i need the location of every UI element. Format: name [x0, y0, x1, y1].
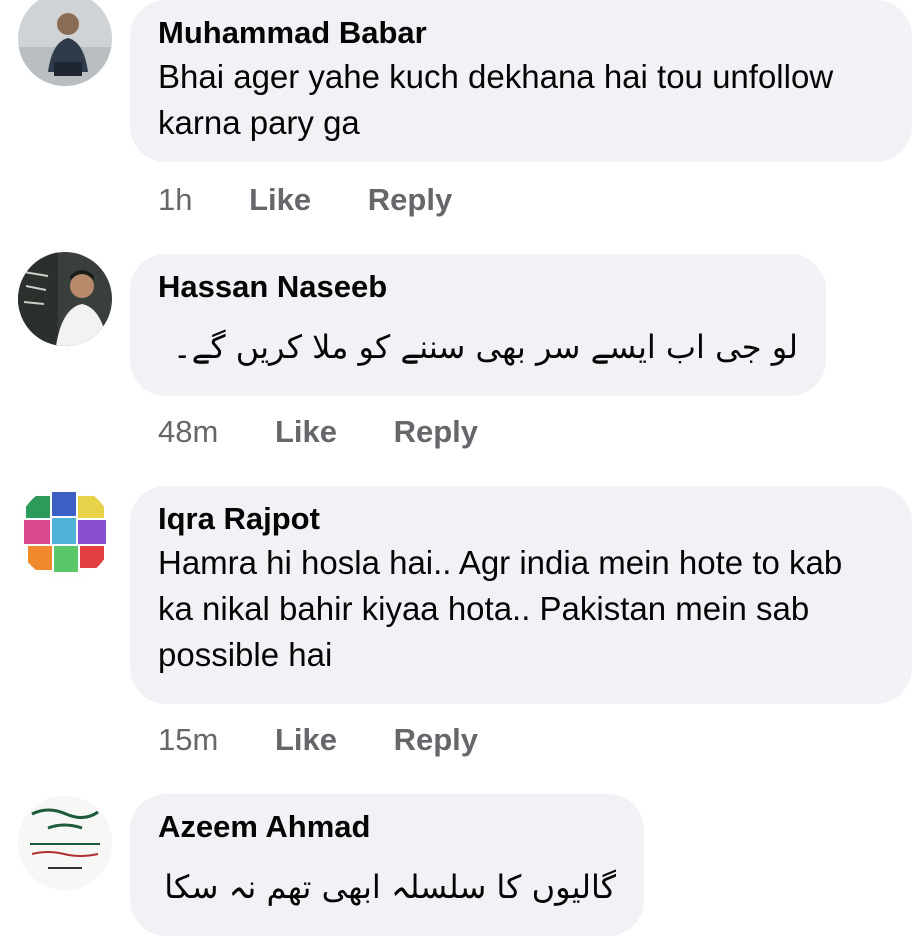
- like-button[interactable]: Like: [275, 722, 337, 758]
- reply-button[interactable]: Reply: [368, 182, 452, 218]
- comment-author[interactable]: Hassan Naseeb: [158, 268, 798, 306]
- avatar-calligraphy-icon: [18, 796, 112, 890]
- comment-timestamp[interactable]: 15m: [158, 722, 218, 758]
- avatar[interactable]: [18, 796, 112, 890]
- comment-timestamp[interactable]: 48m: [158, 414, 218, 450]
- avatar-photo-icon: [18, 252, 112, 346]
- comment-bubble: Azeem Ahmad گالیوں کا سلسلہ ابھی تھم نہ …: [130, 794, 644, 936]
- comment-actions: 48m Like Reply: [158, 414, 478, 450]
- comment-actions: 15m Like Reply: [158, 722, 478, 758]
- comment-author[interactable]: Muhammad Babar: [158, 14, 884, 52]
- comment-text: گالیوں کا سلسلہ ابھی تھم نہ سکا: [164, 868, 616, 906]
- avatar-photo-icon: [18, 0, 112, 86]
- comment-timestamp[interactable]: 1h: [158, 182, 192, 218]
- like-button[interactable]: Like: [275, 414, 337, 450]
- avatar[interactable]: [18, 0, 112, 86]
- comment-bubble: Hassan Naseeb لو جی اب ایسے سر بھی سننے …: [130, 254, 826, 396]
- comment-text: Bhai ager yahe kuch dekhana hai tou unfo…: [158, 58, 834, 141]
- avatar[interactable]: [18, 252, 112, 346]
- avatar[interactable]: [18, 486, 112, 580]
- comment-author[interactable]: Azeem Ahmad: [158, 808, 616, 846]
- comment-author[interactable]: Iqra Rajpot: [158, 500, 884, 538]
- comment-bubble: Muhammad Babar Bhai ager yahe kuch dekha…: [130, 0, 912, 162]
- avatar-collage-icon: [18, 486, 112, 580]
- comment-text: Hamra hi hosla hai.. Agr india mein hote…: [158, 544, 843, 673]
- reply-button[interactable]: Reply: [394, 722, 478, 758]
- reply-button[interactable]: Reply: [394, 414, 478, 450]
- comment-text: لو جی اب ایسے سر بھی سننے کو ملا کریں گے…: [172, 328, 798, 366]
- like-button[interactable]: Like: [249, 182, 311, 218]
- comment-actions: 1h Like Reply: [158, 182, 452, 218]
- comment-bubble: Iqra Rajpot Hamra hi hosla hai.. Agr ind…: [130, 486, 912, 704]
